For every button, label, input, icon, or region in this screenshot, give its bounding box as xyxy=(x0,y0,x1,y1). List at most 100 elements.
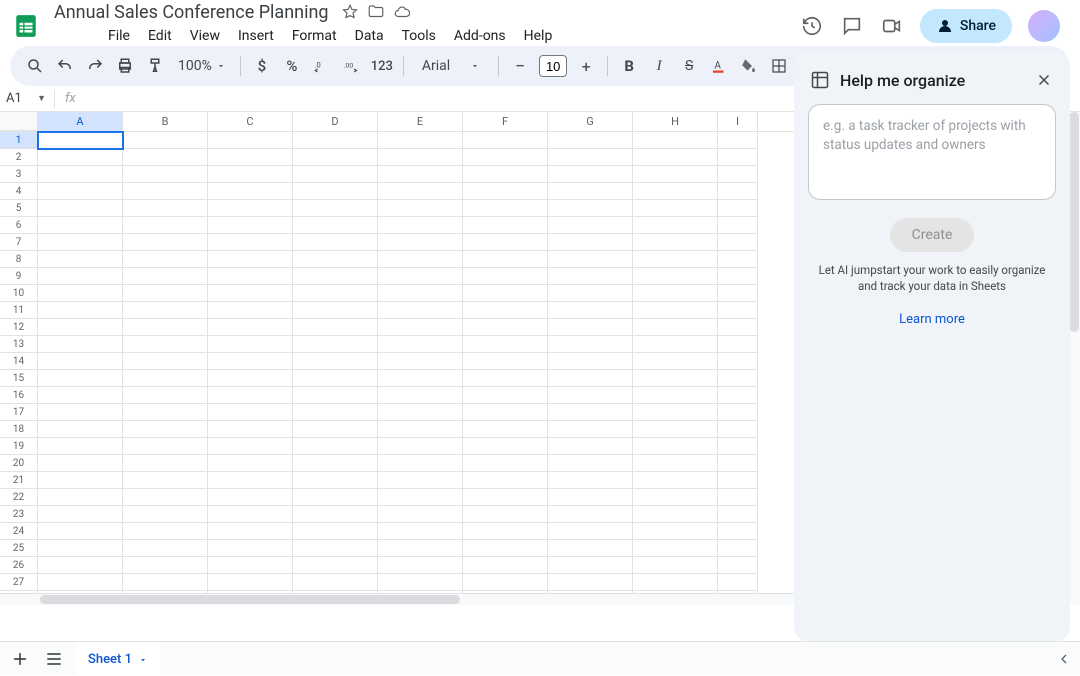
cell[interactable] xyxy=(208,200,293,217)
folder-icon[interactable] xyxy=(367,3,385,21)
cell[interactable] xyxy=(123,319,208,336)
cell[interactable] xyxy=(293,523,378,540)
cell[interactable] xyxy=(633,268,718,285)
cell[interactable] xyxy=(718,353,758,370)
row-header[interactable]: 2 xyxy=(0,149,38,166)
cell[interactable] xyxy=(718,574,758,591)
menu-insert[interactable]: Insert xyxy=(230,24,282,48)
cell[interactable] xyxy=(293,336,378,353)
cell[interactable] xyxy=(123,387,208,404)
strikethrough-icon[interactable]: S xyxy=(676,53,702,79)
row-header[interactable]: 25 xyxy=(0,540,38,557)
cell[interactable] xyxy=(123,183,208,200)
cell[interactable] xyxy=(38,336,123,353)
menu-edit[interactable]: Edit xyxy=(140,24,180,48)
row-header[interactable]: 3 xyxy=(0,166,38,183)
cell[interactable] xyxy=(548,404,633,421)
cell[interactable] xyxy=(378,166,463,183)
cell[interactable] xyxy=(378,387,463,404)
cell[interactable] xyxy=(633,557,718,574)
cell[interactable] xyxy=(293,540,378,557)
cell[interactable] xyxy=(548,472,633,489)
cell[interactable] xyxy=(208,268,293,285)
cell[interactable] xyxy=(718,540,758,557)
cell[interactable] xyxy=(293,251,378,268)
cell[interactable] xyxy=(378,438,463,455)
cell[interactable] xyxy=(378,234,463,251)
cell[interactable] xyxy=(718,523,758,540)
column-header[interactable]: F xyxy=(463,112,548,131)
star-icon[interactable] xyxy=(341,3,359,21)
cell[interactable] xyxy=(123,285,208,302)
cell[interactable] xyxy=(208,489,293,506)
cell[interactable] xyxy=(718,251,758,268)
column-header[interactable]: I xyxy=(718,112,758,131)
cell[interactable] xyxy=(293,421,378,438)
increase-decimal-icon[interactable]: .00 xyxy=(339,53,365,79)
cell[interactable] xyxy=(38,149,123,166)
cell[interactable] xyxy=(378,523,463,540)
cell[interactable] xyxy=(463,387,548,404)
cell[interactable] xyxy=(548,506,633,523)
row-header[interactable]: 8 xyxy=(0,251,38,268)
cell[interactable] xyxy=(293,557,378,574)
cell[interactable] xyxy=(463,353,548,370)
cell[interactable] xyxy=(633,574,718,591)
cell[interactable] xyxy=(208,506,293,523)
meet-icon[interactable] xyxy=(880,14,904,38)
cell[interactable] xyxy=(718,268,758,285)
cell[interactable] xyxy=(123,200,208,217)
row-header[interactable]: 16 xyxy=(0,387,38,404)
cell[interactable] xyxy=(633,336,718,353)
row-header[interactable]: 19 xyxy=(0,438,38,455)
cell[interactable] xyxy=(633,183,718,200)
cell[interactable] xyxy=(208,455,293,472)
cell[interactable] xyxy=(123,353,208,370)
column-header[interactable]: G xyxy=(548,112,633,131)
cell[interactable] xyxy=(293,200,378,217)
cell[interactable] xyxy=(463,438,548,455)
decrease-font-icon[interactable]: − xyxy=(507,53,533,79)
cell[interactable] xyxy=(293,472,378,489)
cell[interactable] xyxy=(38,217,123,234)
cell[interactable] xyxy=(38,370,123,387)
cell[interactable] xyxy=(548,200,633,217)
cell[interactable] xyxy=(208,149,293,166)
print-icon[interactable] xyxy=(112,53,138,79)
cell[interactable] xyxy=(718,183,758,200)
cell[interactable] xyxy=(378,557,463,574)
cell[interactable] xyxy=(463,489,548,506)
menu-help[interactable]: Help xyxy=(516,24,561,48)
cell[interactable] xyxy=(293,268,378,285)
cell[interactable] xyxy=(293,319,378,336)
cell[interactable] xyxy=(123,166,208,183)
borders-icon[interactable] xyxy=(766,53,792,79)
cell[interactable] xyxy=(548,217,633,234)
cell[interactable] xyxy=(463,166,548,183)
row-header[interactable]: 5 xyxy=(0,200,38,217)
cell[interactable] xyxy=(633,438,718,455)
cell[interactable] xyxy=(123,557,208,574)
sheet-tab[interactable]: Sheet 1 xyxy=(76,642,160,676)
account-avatar[interactable] xyxy=(1028,10,1060,42)
cell[interactable] xyxy=(463,370,548,387)
cell[interactable] xyxy=(718,285,758,302)
cell[interactable] xyxy=(293,132,378,149)
row-header[interactable]: 17 xyxy=(0,404,38,421)
cell[interactable] xyxy=(38,523,123,540)
row-header[interactable]: 23 xyxy=(0,506,38,523)
cell[interactable] xyxy=(208,336,293,353)
cell[interactable] xyxy=(633,523,718,540)
cell[interactable] xyxy=(38,557,123,574)
fill-color-icon[interactable] xyxy=(736,53,762,79)
cell[interactable] xyxy=(293,574,378,591)
cell[interactable] xyxy=(548,166,633,183)
cell[interactable] xyxy=(293,370,378,387)
cell[interactable] xyxy=(208,370,293,387)
cell[interactable] xyxy=(123,404,208,421)
cell[interactable] xyxy=(378,336,463,353)
cell[interactable] xyxy=(633,370,718,387)
cell[interactable] xyxy=(293,183,378,200)
cell[interactable] xyxy=(293,302,378,319)
cell[interactable] xyxy=(548,132,633,149)
